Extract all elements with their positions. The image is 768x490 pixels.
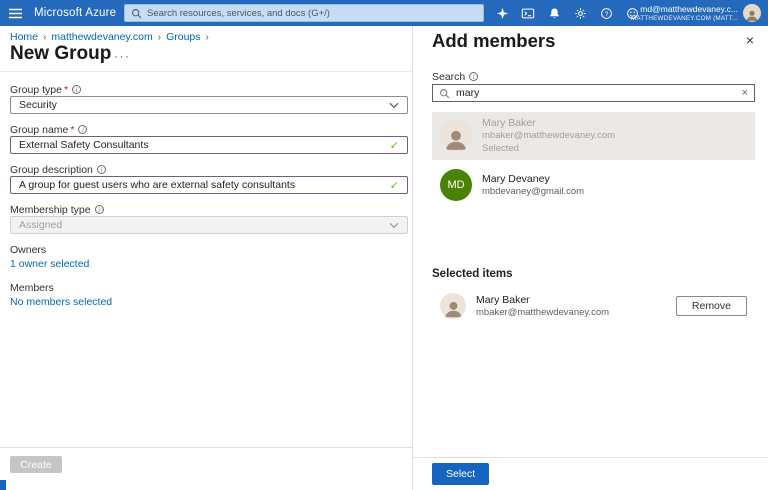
group-name-label: Group name * i <box>10 124 88 136</box>
create-button[interactable]: Create <box>10 456 62 473</box>
member-search-input[interactable] <box>456 87 736 99</box>
group-description-label: Group description i <box>10 164 106 176</box>
remove-button[interactable]: Remove <box>675 296 747 316</box>
help-icon[interactable]: ? <box>598 5 614 21</box>
select-button[interactable]: Select <box>432 463 490 485</box>
search-icon <box>440 88 450 98</box>
info-icon[interactable]: i <box>469 72 479 81</box>
info-icon[interactable]: i <box>78 125 88 134</box>
panel-footer: Select <box>413 457 768 490</box>
settings-icon[interactable] <box>572 5 588 21</box>
chevron-down-icon <box>389 222 399 228</box>
group-type-select[interactable]: Security <box>10 96 408 114</box>
top-bar: Microsoft Azure ? <box>0 0 768 26</box>
cloud-shell-icon[interactable] <box>520 5 536 21</box>
members-label: Members <box>10 282 54 294</box>
members-selected-link[interactable]: No members selected <box>10 296 112 308</box>
search-icon <box>132 8 142 18</box>
copilot-icon[interactable] <box>494 5 510 21</box>
mary-baker-avatar <box>440 293 466 319</box>
result-text: Mary Devaney mbdevaney@gmail.com <box>482 172 584 199</box>
page-title: New Group <box>10 43 112 64</box>
breadcrumb-home[interactable]: Home <box>10 31 38 43</box>
bottom-left-accent <box>0 480 6 490</box>
result-text: Mary Baker mbaker@matthewdevaney.com Sel… <box>482 116 615 156</box>
required-marker: * <box>70 124 75 136</box>
brand[interactable]: Microsoft Azure <box>34 0 116 26</box>
breadcrumb-separator: › <box>157 32 162 43</box>
search-result-mary-baker: Mary Baker mbaker@matthewdevaney.com Sel… <box>432 112 755 160</box>
breadcrumb-separator: › <box>205 32 209 43</box>
new-group-pane: Home › matthewdevaney.com › Groups › New Grou… <box>0 26 412 490</box>
portal-menu-icon[interactable] <box>9 8 22 19</box>
owners-selected-link[interactable]: 1 owner selected <box>10 258 89 270</box>
breadcrumb: Home › matthewdevaney.com › Groups › <box>10 31 214 43</box>
member-search-box[interactable]: × <box>432 84 755 102</box>
top-icons: ? <box>494 0 640 26</box>
membership-type-label: Membership type i <box>10 204 104 216</box>
selected-item-email: mbaker@matthewdevaney.com <box>476 306 610 318</box>
breadcrumb-groups[interactable]: Groups <box>166 31 200 43</box>
selected-item-mary-baker: Mary Baker mbaker@matthewdevaney.com Rem… <box>432 288 755 324</box>
svg-text:?: ? <box>604 10 608 17</box>
info-icon[interactable]: i <box>72 85 82 94</box>
user-avatar[interactable] <box>743 4 761 22</box>
account-info[interactable]: md@matthewdevaney.c... MATTHEWDEVANEY.CO… <box>631 4 738 23</box>
group-type-label: Group type * i <box>10 84 82 96</box>
close-icon[interactable]: × <box>746 33 754 47</box>
add-members-panel: Add members × Searchi × Mary Baker mbake… <box>412 26 768 490</box>
chevron-down-icon <box>389 102 399 108</box>
required-marker: * <box>63 84 69 96</box>
more-menu-icon[interactable]: ··· <box>114 49 131 63</box>
selected-item-text: Mary Baker mbaker@matthewdevaney.com <box>476 293 609 320</box>
left-pane-footer: Create <box>0 447 412 490</box>
breadcrumb-tenant[interactable]: matthewdevaney.com <box>51 31 152 43</box>
title-divider <box>0 71 412 72</box>
result-name: Mary Devaney <box>482 172 550 185</box>
account-tenant: MATTHEWDEVANEY.COM (MATT... <box>630 15 738 23</box>
account-email: md@matthewdevaney.c... <box>640 4 738 14</box>
breadcrumb-separator: › <box>43 32 47 43</box>
group-name-input[interactable]: External Safety Consultants ✓ <box>10 136 408 154</box>
info-icon[interactable]: i <box>94 205 104 214</box>
owners-label: Owners <box>10 244 47 256</box>
notifications-icon[interactable] <box>546 5 562 21</box>
search-result-mary-devaney[interactable]: MD Mary Devaney mbdevaney@gmail.com <box>432 164 755 206</box>
panel-title: Add members <box>432 30 556 51</box>
search-label: Search i <box>432 71 479 83</box>
result-status: Selected <box>482 143 519 155</box>
result-email: mbaker@matthewdevaney.com <box>482 130 616 142</box>
valid-check-icon: ✓ <box>389 139 399 152</box>
result-email: mbdevaney@gmail.com <box>482 185 585 197</box>
selected-items-heading: Selected items <box>432 268 513 280</box>
group-description-input[interactable]: A group for guest users who are external… <box>10 176 408 194</box>
global-search-input[interactable] <box>147 7 477 19</box>
mary-baker-avatar <box>440 120 472 152</box>
clear-search-icon[interactable]: × <box>742 87 748 99</box>
membership-type-select: Assigned <box>10 216 408 234</box>
global-search[interactable] <box>124 4 484 22</box>
valid-check-icon: ✓ <box>389 179 399 192</box>
selected-item-name: Mary Baker <box>476 293 530 306</box>
result-name: Mary Baker <box>482 117 536 130</box>
azure-portal-window: Microsoft Azure ? <box>0 0 768 490</box>
info-icon[interactable]: i <box>96 165 106 174</box>
mary-devaney-avatar: MD <box>440 169 472 201</box>
